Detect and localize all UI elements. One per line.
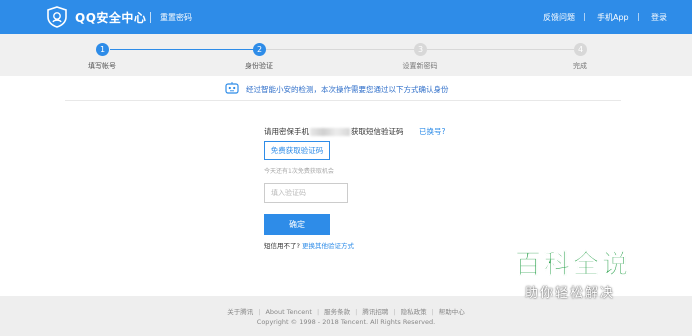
mobile-app-link[interactable]: 手机App [597,12,629,23]
step-4-circle: 4 [574,43,587,56]
masked-phone-number [310,128,350,136]
step-connector [110,49,257,50]
footer-link-privacy[interactable]: 隐私政策 [401,308,427,316]
footer-link-about-en[interactable]: About Tencent [265,308,312,316]
notice-text: 经过智能小安的检测，本次操作需要您通过以下方式确认身份 [246,85,449,94]
copyright: Copyright © 1998 - 2018 Tencent. All Rig… [256,318,436,326]
watermark: 百科全说 助你轻松解决 [503,238,673,308]
page-subtitle: 重置密码 [160,13,192,22]
nav-divider [638,13,639,21]
footer-link-about-cn[interactable]: 关于腾讯 [227,308,253,316]
footer-link-help[interactable]: 帮助中心 [439,308,465,316]
step-3-label: 设置新密码 [402,62,438,70]
get-code-button[interactable]: 免费获取验证码 [264,141,330,160]
step-connector [427,49,574,50]
nav-divider [584,13,585,21]
change-method-link[interactable]: 更换其他验证方式 [302,242,354,250]
robot-icon [225,82,239,94]
step-2-circle: 2 [253,43,266,56]
step-connector [264,49,420,50]
watermark-title: 百科全说 [515,250,632,281]
alt-prefix: 短信用不了? [264,242,300,250]
phone-instruction: 请用密保手机 获取短信验证码 [264,126,404,137]
step-1-circle: 1 [96,43,109,56]
step-2-label: 身份验证 [245,62,273,70]
verification-code-input[interactable] [264,183,348,203]
login-link[interactable]: 登录 [651,12,667,23]
watermark-subtitle: 助你轻松解决 [525,286,616,301]
step-3-circle: 3 [414,43,427,56]
feedback-link[interactable]: 反馈问题 [543,12,575,23]
progress-steps: 1 填写帐号 2 身份验证 3 设置新密码 4 完成 [0,34,692,76]
phone-prefix: 请用密保手机 [264,127,309,136]
brand-title[interactable]: QQ安全中心 [75,9,146,26]
step-1-label: 填写帐号 [88,62,116,70]
changed-number-link[interactable]: 已换号? [419,126,445,137]
shield-logo-icon [47,6,67,28]
step-4-label: 完成 [573,62,587,70]
alt-method-line: 短信用不了? 更换其他验证方式 [264,240,354,250]
footer-link-terms[interactable]: 服务条款 [324,308,350,316]
top-navbar: QQ安全中心 重置密码 反馈问题 手机App 登录 [0,0,692,34]
footer-link-jobs[interactable]: 腾讯招聘 [362,308,388,316]
confirm-button[interactable]: 确定 [264,214,330,235]
brand-divider [150,12,151,23]
free-chance-hint: 今天还有1次免费获取机会 [264,168,334,175]
security-notice: 经过智能小安的检测，本次操作需要您通过以下方式确认身份 [65,76,621,101]
phone-suffix: 获取短信验证码 [351,127,404,136]
